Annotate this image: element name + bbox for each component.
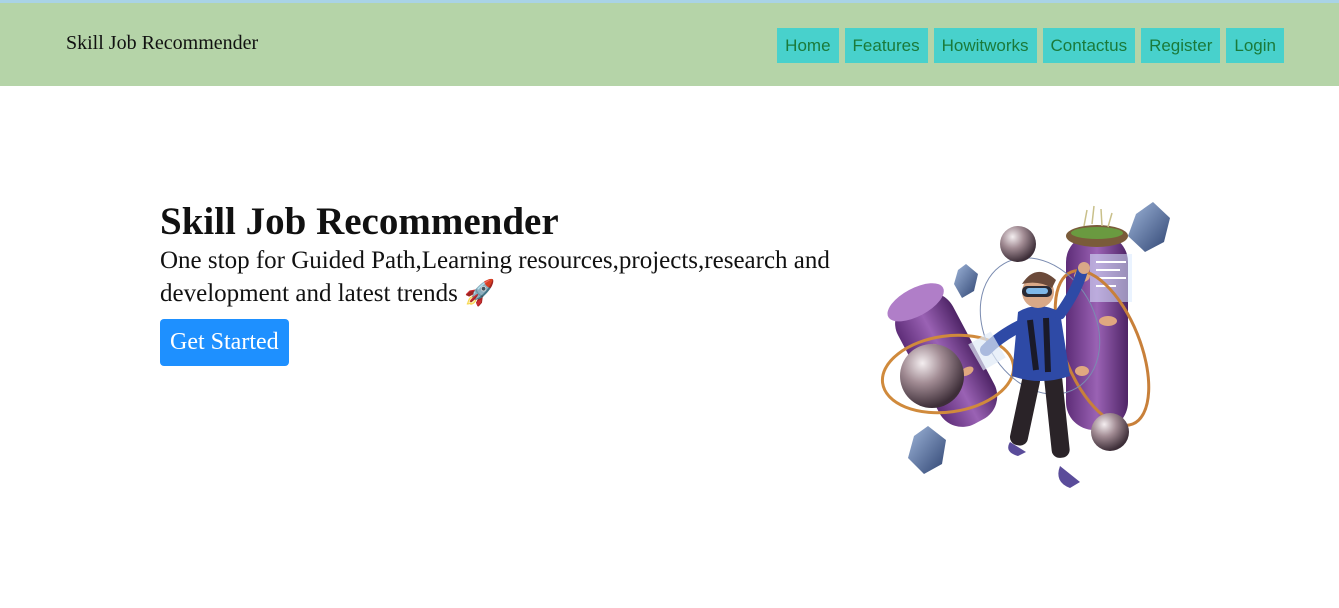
nav-link-register[interactable]: Register xyxy=(1141,28,1221,63)
nav-link-login[interactable]: Login xyxy=(1226,28,1284,63)
hero-title: Skill Job Recommender xyxy=(160,200,559,243)
get-started-button[interactable]: Get Started xyxy=(160,319,289,366)
nav-link-contactus[interactable]: Contactus xyxy=(1042,28,1136,63)
hero-section: Skill Job Recommender One stop for Guide… xyxy=(160,199,860,366)
brand-title[interactable]: Skill Job Recommender xyxy=(66,32,258,55)
rocket-icon: 🚀 xyxy=(464,280,496,307)
vr-person-illustration xyxy=(870,196,1190,506)
nav-link-howitworks[interactable]: Howitworks xyxy=(933,28,1037,63)
hero-subtitle: One stop for Guided Path,Learning resour… xyxy=(160,244,850,310)
nav-link-features[interactable]: Features xyxy=(844,28,928,63)
nav-links: Home Features Howitworks Contactus Regis… xyxy=(777,28,1284,63)
nav-link-home[interactable]: Home xyxy=(777,28,839,63)
navbar: Skill Job Recommender Home Features Howi… xyxy=(0,3,1339,86)
